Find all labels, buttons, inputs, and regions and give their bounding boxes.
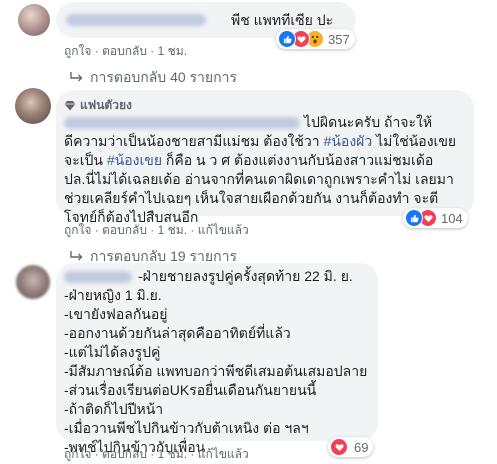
like-reaction-icon xyxy=(278,30,296,48)
love-reaction-icon xyxy=(330,438,348,456)
replies-count-label: การตอบกลับ 40 รายการ xyxy=(90,69,237,85)
like-link[interactable]: ถูกใจ xyxy=(64,447,91,461)
commenter-name-redacted[interactable] xyxy=(66,14,206,26)
reaction-count: 104 xyxy=(441,210,463,226)
reaction-summary[interactable]: 357 xyxy=(276,29,355,49)
reaction-summary[interactable]: 104 xyxy=(403,208,468,228)
timestamp[interactable]: 1 ชม. xyxy=(158,223,187,237)
view-replies-link[interactable]: การตอบกลับ 40 รายการ xyxy=(70,67,237,89)
comment-text: พีช แพททีเซีย ปะ xyxy=(231,12,334,28)
hashtag-link[interactable]: #น้องเขย xyxy=(107,152,162,168)
reply-link[interactable]: ตอบกลับ xyxy=(102,447,147,461)
avatar[interactable] xyxy=(18,4,50,36)
hashtag-link[interactable]: #น้องผัว xyxy=(324,133,373,149)
timestamp[interactable]: 1 ชม. xyxy=(158,44,187,58)
like-reaction-icon xyxy=(405,209,423,227)
comment-bubble: แฟนตัวยง ไปผิดนะครับ ถ้าจะให้ ดีความว่าเ… xyxy=(56,90,474,225)
reply-arrow-icon xyxy=(70,72,83,82)
reaction-summary[interactable]: 69 xyxy=(328,437,374,457)
comment-text: -ฝ่ายชายลงรูปคู่ครั้งสุดท้าย 22 มิ. ย. -… xyxy=(64,268,368,455)
timestamp[interactable]: 1 ชม. xyxy=(158,447,187,461)
reaction-count: 69 xyxy=(354,439,369,455)
edited-label[interactable]: แก้ไขแล้ว xyxy=(198,223,249,237)
diamond-icon xyxy=(64,101,76,111)
reply-link[interactable]: ตอบกลับ xyxy=(102,44,147,58)
like-link[interactable]: ถูกใจ xyxy=(64,223,91,237)
commenter-name-redacted[interactable] xyxy=(64,271,132,284)
like-link[interactable]: ถูกใจ xyxy=(64,44,91,58)
edited-label[interactable]: แก้ไขแล้ว xyxy=(198,447,249,461)
reply-link[interactable]: ตอบกลับ xyxy=(102,223,147,237)
comment-actions: ถูกใจ · ตอบกลับ · 1 ชม. · แก้ไขแล้ว xyxy=(64,223,249,237)
comment-actions: ถูกใจ · ตอบกลับ · 1 ชม. xyxy=(64,44,188,58)
avatar[interactable] xyxy=(16,265,50,299)
commenter-name-redacted[interactable] xyxy=(64,117,300,130)
reply-arrow-icon xyxy=(70,251,83,261)
reaction-count: 357 xyxy=(328,31,350,47)
avatar[interactable] xyxy=(15,88,51,124)
comment-actions: ถูกใจ · ตอบกลับ · 1 ชม. · แก้ไขแล้ว xyxy=(64,447,249,461)
comment-bubble: -ฝ่ายชายลงรูปคู่ครั้งสุดท้าย 22 มิ. ย. -… xyxy=(56,263,378,455)
